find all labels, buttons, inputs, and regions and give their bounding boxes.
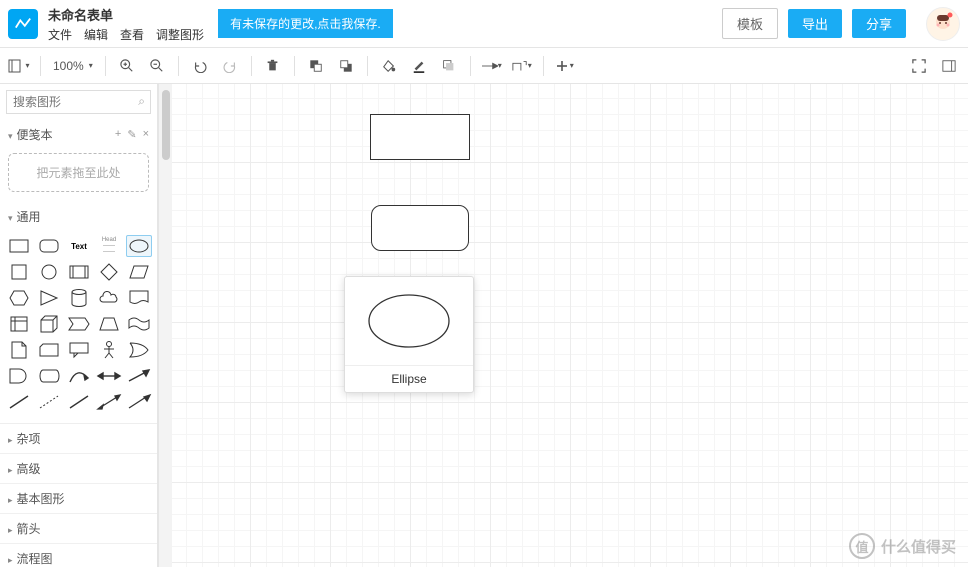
- scratchpad-add-icon[interactable]: +: [115, 128, 121, 141]
- general-label: 通用: [17, 210, 41, 224]
- shape-card[interactable]: [36, 339, 62, 361]
- scratchpad-close-icon[interactable]: ×: [143, 128, 149, 141]
- shape-tape[interactable]: [126, 313, 152, 335]
- watermark-text: 什么值得买: [881, 536, 956, 557]
- export-button[interactable]: 导出: [788, 9, 842, 38]
- shape-heading[interactable]: Head————: [96, 235, 122, 257]
- shape-step[interactable]: [66, 313, 92, 335]
- shape-arrow[interactable]: [126, 365, 152, 387]
- zoom-out-icon[interactable]: [144, 53, 170, 79]
- shape-text[interactable]: Text: [66, 235, 92, 257]
- section-general[interactable]: ▾通用: [0, 202, 157, 231]
- shape-or[interactable]: [126, 339, 152, 361]
- watermark-badge: 值: [849, 533, 875, 559]
- shape-triangle[interactable]: [36, 287, 62, 309]
- shape-process[interactable]: [66, 261, 92, 283]
- scratchpad-dropzone[interactable]: 把元素拖至此处: [8, 153, 149, 192]
- search-icon[interactable]: ⌕: [138, 94, 145, 109]
- shape-document[interactable]: [126, 287, 152, 309]
- search-input[interactable]: [6, 90, 151, 114]
- shape-rect[interactable]: [6, 235, 32, 257]
- avatar[interactable]: [926, 7, 960, 41]
- delete-icon[interactable]: [260, 53, 286, 79]
- canvas-shape-roundrect[interactable]: [371, 205, 469, 251]
- section-advanced[interactable]: ▸高级: [0, 454, 157, 484]
- shape-dashline[interactable]: [36, 391, 62, 413]
- shape-tooltip: Ellipse: [344, 276, 474, 393]
- shape-line[interactable]: [6, 391, 32, 413]
- fill-color-icon[interactable]: [376, 53, 402, 79]
- redo-icon[interactable]: [217, 53, 243, 79]
- shape-bidir[interactable]: [96, 391, 122, 413]
- zoom-value: 100%: [53, 59, 84, 73]
- menu-edit[interactable]: 编辑: [84, 26, 108, 43]
- sidebar-scrollbar[interactable]: [158, 84, 172, 567]
- add-icon[interactable]: ▾: [552, 53, 578, 79]
- shape-ellipse[interactable]: [126, 235, 152, 257]
- shape-hexagon[interactable]: [6, 287, 32, 309]
- to-back-icon[interactable]: [333, 53, 359, 79]
- zoom-control[interactable]: 100%▾: [49, 59, 97, 73]
- shape-trapezoid[interactable]: [96, 313, 122, 335]
- tooltip-preview: [345, 277, 473, 365]
- scratchpad-edit-icon[interactable]: ✎: [127, 128, 136, 141]
- document-title[interactable]: 未命名表单: [48, 5, 204, 26]
- canvas[interactable]: ↻: [172, 84, 968, 567]
- waypoint-icon[interactable]: ▾: [509, 53, 535, 79]
- tooltip-label: Ellipse: [345, 365, 473, 392]
- section-flowchart[interactable]: ▸流程图: [0, 544, 157, 567]
- section-arrows[interactable]: ▸箭头: [0, 514, 157, 544]
- shape-actor[interactable]: [96, 339, 122, 361]
- shape-diamond[interactable]: [96, 261, 122, 283]
- shape-dirarrow[interactable]: [126, 391, 152, 413]
- share-button[interactable]: 分享: [852, 9, 906, 38]
- shadow-icon[interactable]: [436, 53, 462, 79]
- line-color-icon[interactable]: [406, 53, 432, 79]
- shape-cylinder[interactable]: [66, 287, 92, 309]
- menu-file[interactable]: 文件: [48, 26, 72, 43]
- sidebar: ⌕ ▾便笺本 + ✎ × 把元素拖至此处 ▾通用 Text Head————: [0, 84, 158, 567]
- shape-square[interactable]: [6, 261, 32, 283]
- shape-internal-storage[interactable]: [6, 313, 32, 335]
- section-basic[interactable]: ▸基本图形: [0, 484, 157, 514]
- section-scratchpad[interactable]: ▾便笺本 + ✎ ×: [0, 120, 157, 149]
- shape-circle[interactable]: [36, 261, 62, 283]
- menu-adjust[interactable]: 调整图形: [156, 26, 204, 43]
- shape-palette: Text Head————: [0, 231, 157, 423]
- app-logo[interactable]: [8, 9, 38, 39]
- page-layout-icon[interactable]: ▾: [6, 53, 32, 79]
- shape-biarrow[interactable]: [96, 365, 122, 387]
- shape-curve[interactable]: [66, 365, 92, 387]
- shape-cloud[interactable]: [96, 287, 122, 309]
- shape-callout[interactable]: [66, 339, 92, 361]
- format-panel-icon[interactable]: [936, 53, 962, 79]
- shape-and[interactable]: [6, 365, 32, 387]
- connection-icon[interactable]: ▾: [479, 53, 505, 79]
- menu-view[interactable]: 查看: [120, 26, 144, 43]
- shape-roundrect[interactable]: [36, 235, 62, 257]
- shape-cube[interactable]: [36, 313, 62, 335]
- shape-line3[interactable]: [66, 391, 92, 413]
- template-button[interactable]: 模板: [722, 8, 778, 39]
- canvas-shape-rect[interactable]: [370, 114, 470, 160]
- scratchpad-label: 便笺本: [17, 128, 53, 142]
- shape-parallelogram[interactable]: [126, 261, 152, 283]
- shape-note[interactable]: [6, 339, 32, 361]
- section-misc[interactable]: ▸杂项: [0, 424, 157, 454]
- shape-datastore[interactable]: [36, 365, 62, 387]
- undo-icon[interactable]: [187, 53, 213, 79]
- zoom-in-icon[interactable]: [114, 53, 140, 79]
- save-banner[interactable]: 有未保存的更改,点击我保存.: [218, 9, 393, 38]
- watermark: 值 什么值得买: [849, 533, 956, 559]
- to-front-icon[interactable]: [303, 53, 329, 79]
- fullscreen-icon[interactable]: [906, 53, 932, 79]
